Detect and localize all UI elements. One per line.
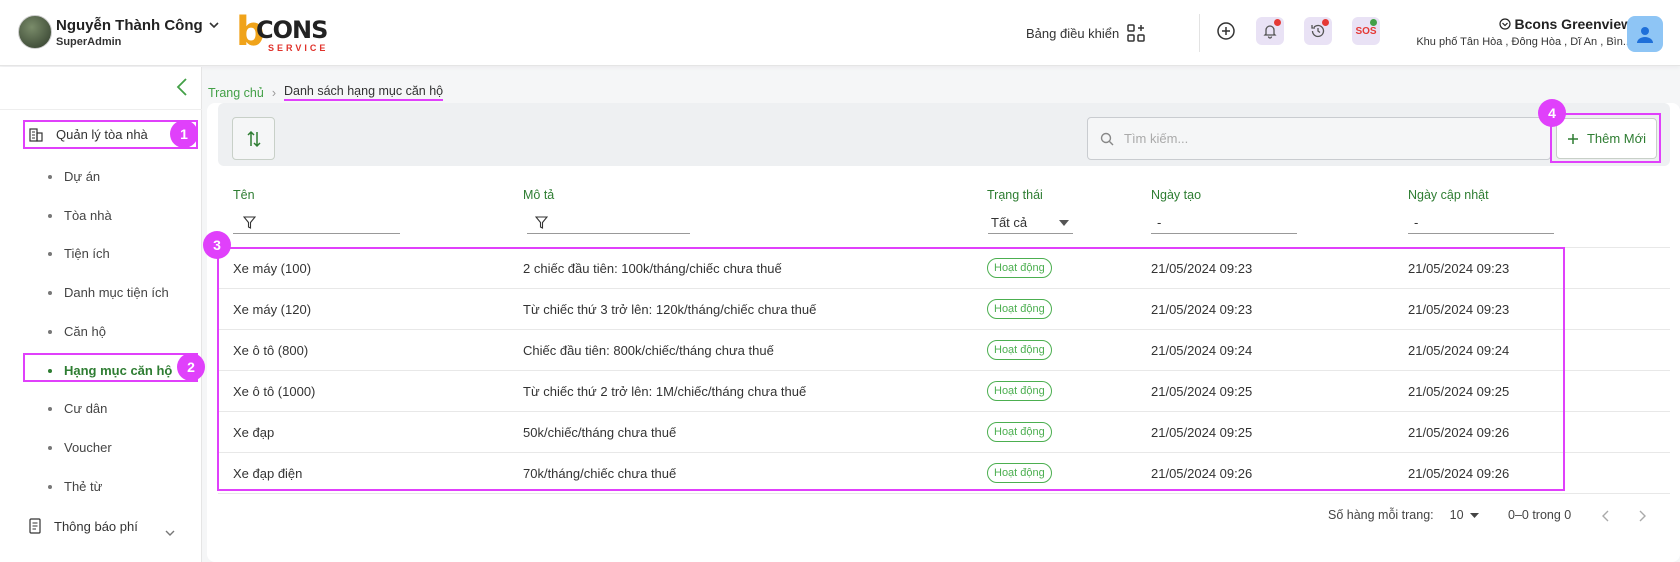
row-divider	[218, 493, 1670, 494]
sidebar-item-buildings[interactable]: Tòa nhà	[48, 208, 112, 223]
top-header: Nguyễn Thành Công SuperAdmin b CONS SERV…	[0, 0, 1680, 66]
sidebar-item-cards[interactable]: Thẻ từ	[48, 479, 102, 494]
sos-status-dot	[1370, 19, 1377, 26]
building-selector[interactable]: Bcons Greenview Khu phố Tân Hòa , Đông H…	[1410, 16, 1632, 48]
sidebar-item-projects[interactable]: Dự án	[48, 169, 100, 184]
notification-button[interactable]	[1256, 17, 1284, 45]
history-dot	[1322, 19, 1329, 26]
avatar	[18, 15, 52, 49]
user-role: SuperAdmin	[56, 35, 122, 48]
search-icon	[1100, 132, 1114, 145]
annotation-box-3	[217, 247, 1565, 491]
add-circle-button[interactable]	[1212, 17, 1240, 45]
chevron-circle-icon	[1498, 18, 1511, 30]
caret-down-icon	[1059, 219, 1069, 226]
breadcrumb: Trang chủ › Danh sách hạng mục căn hộ	[208, 84, 444, 101]
column-header-name[interactable]: Tên	[233, 188, 255, 202]
sort-icon	[246, 130, 261, 147]
search-input[interactable]	[1124, 131, 1524, 146]
annotation-marker-2: 2	[177, 353, 205, 381]
dashboard-add-icon	[1127, 24, 1145, 42]
updated-date-filter[interactable]: -	[1408, 212, 1554, 234]
building-name: Bcons Greenview	[1514, 16, 1633, 32]
column-header-description[interactable]: Mô tả	[523, 188, 554, 202]
sort-button[interactable]	[232, 117, 275, 160]
annotation-marker-3: 3	[203, 231, 231, 259]
chevron-right-icon	[1639, 510, 1646, 522]
rows-per-page-label: Số hàng mỗi trang:	[1328, 508, 1434, 522]
plus-circle-icon	[1217, 22, 1235, 40]
sidebar-item-voucher[interactable]: Voucher	[48, 440, 112, 455]
next-page-button[interactable]	[1638, 510, 1646, 522]
sidebar-item-amenity-categories[interactable]: Danh mục tiện ích	[48, 285, 169, 300]
annotation-box-4	[1550, 113, 1661, 163]
building-address: Khu phố Tân Hòa , Đông Hòa , Dĩ An , Bìn…	[1416, 36, 1632, 48]
receipt-icon	[29, 518, 41, 534]
rows-per-page: Số hàng mỗi trang: 10	[1328, 508, 1479, 522]
chevron-left-icon	[176, 78, 187, 96]
filter-icon	[535, 216, 548, 229]
breadcrumb-home[interactable]: Trang chủ	[208, 86, 264, 100]
prev-page-button[interactable]	[1602, 510, 1610, 522]
notification-dot	[1274, 19, 1281, 26]
chevron-left-icon	[1602, 510, 1609, 522]
history-button[interactable]	[1304, 17, 1332, 45]
chevron-down-icon	[209, 21, 219, 28]
status-filter-value: Tất cả	[991, 215, 1028, 230]
annotation-marker-1: 1	[170, 120, 198, 148]
annotation-box-2	[23, 353, 198, 382]
sidebar-divider	[0, 109, 202, 110]
filter-icon	[243, 216, 256, 229]
sidebar-item-apartments[interactable]: Căn hộ	[48, 324, 106, 339]
search-field	[1087, 117, 1551, 160]
sos-button[interactable]: SOS	[1352, 17, 1380, 45]
sidebar-group-fee-notifications[interactable]: Thông báo phí	[28, 518, 138, 534]
chevron-down-icon	[165, 524, 175, 542]
rows-per-page-select[interactable]: 10	[1450, 508, 1479, 522]
user-menu[interactable]: Nguyễn Thành Công SuperAdmin	[18, 15, 219, 49]
profile-button[interactable]	[1627, 16, 1663, 52]
sidebar-collapse-button[interactable]	[176, 78, 188, 101]
column-header-created[interactable]: Ngày tạo	[1151, 188, 1201, 202]
breadcrumb-current: Danh sách hạng mục căn hộ	[284, 84, 444, 101]
name-filter-input[interactable]	[233, 212, 400, 234]
created-date-filter[interactable]: -	[1151, 212, 1297, 234]
breadcrumb-separator-icon: ›	[271, 85, 276, 100]
dashboard-link[interactable]: Bảng điều khiển	[1026, 24, 1145, 42]
updated-filter-value: -	[1414, 215, 1419, 230]
column-header-status[interactable]: Trạng thái	[987, 188, 1043, 202]
description-filter-input[interactable]	[527, 212, 690, 234]
column-header-updated[interactable]: Ngày cập nhật	[1408, 188, 1489, 202]
created-filter-value: -	[1157, 215, 1162, 230]
bcons-logo: b CONS SERVICE	[236, 9, 329, 55]
annotation-marker-4: 4	[1538, 99, 1566, 127]
sidebar-item-residents[interactable]: Cư dân	[48, 401, 107, 416]
sidebar-item-amenities[interactable]: Tiện ích	[48, 246, 110, 261]
status-filter-select[interactable]: Tất cả	[988, 212, 1073, 234]
header-divider	[1199, 14, 1200, 52]
page-range: 0–0 trong 0	[1508, 508, 1572, 522]
user-icon	[1637, 27, 1653, 43]
user-name: Nguyễn Thành Công	[56, 16, 203, 34]
caret-down-icon	[1469, 512, 1479, 518]
sos-label: SOS	[1355, 25, 1377, 37]
sidebar-notif-label: Thông báo phí	[54, 518, 138, 534]
dashboard-label: Bảng điều khiển	[1026, 25, 1120, 41]
